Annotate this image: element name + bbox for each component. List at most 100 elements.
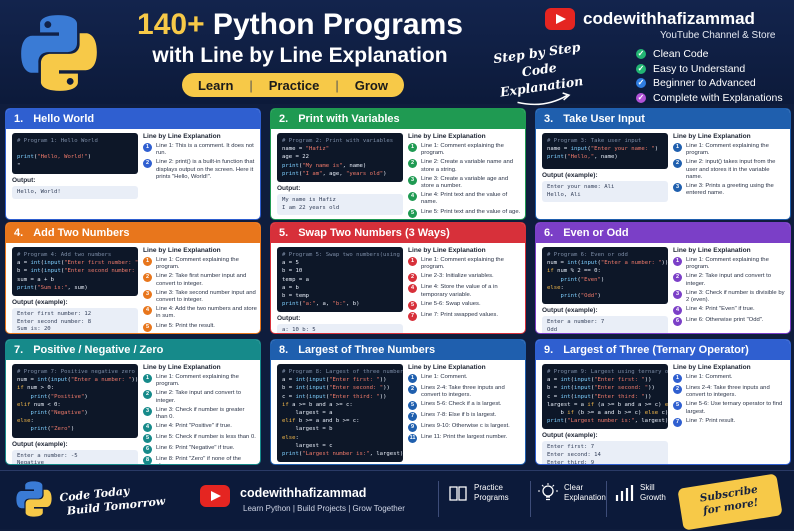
- explanation-line: 1 Line 1: Comment explaining the program.: [673, 143, 787, 157]
- explanation-line: 5 Line 5-6: Use ternary operator to find …: [673, 401, 787, 415]
- explanation-panel: Line by Line Explanation 1 Line 1: Comment…: [673, 364, 787, 429]
- card-number: 7.: [14, 344, 24, 356]
- card-number: 2.: [279, 113, 289, 125]
- explanation-text: Line 2: Take input and convert to intege…: [156, 390, 242, 404]
- output-label: Output (example):: [12, 299, 68, 306]
- line-number-badge: 1: [673, 374, 682, 383]
- youtube-brand[interactable]: codewithhafizammad: [545, 8, 755, 30]
- program-card: 2. Print with Variables # Program 2: Print…: [270, 108, 526, 220]
- feature-label: Beginner to Advanced: [653, 77, 756, 89]
- explanation-panel: Line by Line Explanation 1 Line 1: Comment…: [408, 247, 522, 323]
- footer-divider: [438, 481, 439, 517]
- card-title: Print with Variables: [298, 113, 400, 125]
- check-icon: ✓: [636, 78, 646, 88]
- brand-name: codewithhafizammad: [583, 9, 755, 28]
- line-number-badge: 1: [143, 143, 152, 152]
- line-number-badge: 4: [673, 306, 682, 316]
- line-number-badge: 3: [143, 406, 152, 416]
- card-number: 1.: [14, 113, 24, 125]
- footer-item-label: Growth: [640, 493, 666, 502]
- explanation-line: 6 Line 6: Print "Negative" if true.: [143, 445, 257, 455]
- explanation-heading: Line by Line Explanation: [408, 133, 486, 140]
- footer-item-growth: Skill Growth: [614, 483, 666, 503]
- explanation-text: Line 4: Print text and the value of name…: [421, 192, 508, 206]
- feature-item: ✓ Complete with Explanations: [636, 91, 783, 105]
- card-number: 9.: [544, 344, 554, 356]
- learn-practice-grow-pill: Learn | Practice | Grow: [182, 73, 404, 97]
- line-number-badge: 2: [673, 273, 682, 283]
- code-block: # Program 7: Positive negative zero num …: [12, 364, 138, 438]
- explanation-line: 11 Line 11: Print the largest number.: [408, 434, 522, 444]
- book-icon: [449, 486, 467, 501]
- footer: Code Today Build Tomorrow codewithhafiza…: [0, 470, 794, 531]
- card-header: 9. Largest of Three (Ternary Operator): [536, 340, 790, 360]
- output-label: Output:: [277, 315, 301, 323]
- explanation-line: 8 Line 8: Print "Zero" if none of the abo…: [143, 456, 257, 464]
- line-number-badge: 2: [408, 385, 417, 394]
- footer-divider: [606, 481, 607, 517]
- explanation-panel: Line by Line Explanation 1 Line 1: Comment…: [673, 247, 787, 328]
- line-number-badge: 5: [673, 401, 682, 411]
- program-card: 9. Largest of Three (Ternary Operator) # P…: [535, 339, 791, 465]
- line-number-badge: 3: [143, 289, 152, 299]
- explanation-panel: Line by Line Explanation 1 Line 1: Comment…: [143, 364, 257, 464]
- code-block: # Program 8: Largest of three numbers a …: [277, 364, 403, 463]
- explanation-text: Line 4: Store the value of a in temporar…: [421, 284, 498, 298]
- explanation-text: Line 3: Check if number is divisible by …: [686, 289, 785, 304]
- explanation-line: 1 Line 1: This is a comment. It does not …: [143, 143, 257, 157]
- program-card: 6. Even or Odd # Program 6: Even or odd nu…: [535, 222, 791, 334]
- explanation-text: Line 3: Check if number is greater than …: [156, 406, 245, 421]
- explanation-line: 4 Line 4: Print text and the value of nam…: [408, 192, 522, 206]
- output-block: Hello, World!: [12, 185, 138, 200]
- line-number-badge: 2: [673, 159, 682, 169]
- footer-youtube-icon[interactable]: [200, 485, 230, 507]
- card-header: 3. Take User Input: [536, 109, 790, 129]
- explanation-panel: Line by Line Explanation 1 Line 1: Comment…: [408, 364, 522, 445]
- explanation-text: Line 3: Create a variable age and store …: [421, 175, 509, 190]
- explanation-heading: Line by Line Explanation: [408, 247, 486, 254]
- feature-label: Complete with Explanations: [653, 91, 783, 104]
- explanation-line: 2 Line 2: Take input and convert to integ…: [673, 273, 787, 287]
- line-number-badge: 5: [143, 322, 152, 332]
- line-number-badge: 5: [143, 434, 152, 444]
- explanation-line: 2 Line 2: Take input and convert to integ…: [143, 390, 257, 404]
- explanation-line: 7 Lines 7-8: Else if b is largest.: [408, 412, 522, 422]
- explanation-line: 2 Line 2-3: Initialize variables.: [408, 273, 522, 283]
- footer-item-label: Programs: [474, 493, 509, 502]
- line-number-badge: 6: [143, 445, 152, 455]
- line-number-badge: 2: [143, 273, 152, 283]
- line-number-badge: 8: [143, 456, 152, 464]
- check-icon: ✓: [636, 63, 646, 74]
- output-label: Output (example):: [542, 172, 598, 179]
- output-label: Output (example):: [542, 307, 598, 315]
- program-card: 7. Positive / Negative / Zero # Program 7:…: [5, 339, 261, 465]
- card-number: 4.: [14, 227, 24, 239]
- program-card: 3. Take User Input # Program 3: Take user …: [535, 108, 791, 220]
- line-number-badge: 5: [408, 300, 417, 310]
- card-header: 1. Hello World: [6, 109, 260, 129]
- explanation-heading: Line by Line Explanation: [143, 247, 221, 254]
- explanation-line: 3 Line 3: Check if number is divisible by…: [673, 289, 787, 304]
- explanation-line: 5 Line 5-6: Swap values.: [408, 300, 522, 310]
- main-title: 140+ Python Programs: [137, 8, 463, 41]
- output-block: Enter your name: Ali Hello, Ali: [542, 181, 668, 203]
- line-number-badge: 7: [673, 417, 682, 427]
- explanation-text: Line 1: Comment explaining the program.: [156, 257, 239, 271]
- explanation-text: Line 5: Print the result.: [156, 322, 215, 329]
- card-number: 3.: [544, 113, 554, 125]
- code-block: # Program 6: Even or odd num = int(input…: [542, 247, 668, 305]
- card-title: Take User Input: [563, 113, 645, 125]
- explanation-text: Line 8: Print "Zero" if none of the abov…: [156, 456, 242, 464]
- explanation-text: Line 7: Print swapped values.: [421, 311, 498, 318]
- line-number-badge: 3: [673, 183, 682, 193]
- line-number-badge: 6: [673, 317, 682, 327]
- explanation-heading: Line by Line Explanation: [673, 133, 751, 140]
- card-header: 4. Add Two Numbers: [6, 223, 260, 243]
- subscribe-badge[interactable]: Subscribe for more!: [677, 473, 783, 531]
- explanation-text: Line 5: Print text and the value of age.: [421, 208, 521, 215]
- line-number-badge: 1: [673, 143, 682, 152]
- line-number-badge: 1: [408, 257, 417, 266]
- output-block: Enter first number: 12 Enter second numb…: [12, 308, 138, 333]
- line-number-badge: 4: [408, 192, 417, 202]
- explanation-text: Line 1: Comment explaining the program.: [686, 143, 769, 157]
